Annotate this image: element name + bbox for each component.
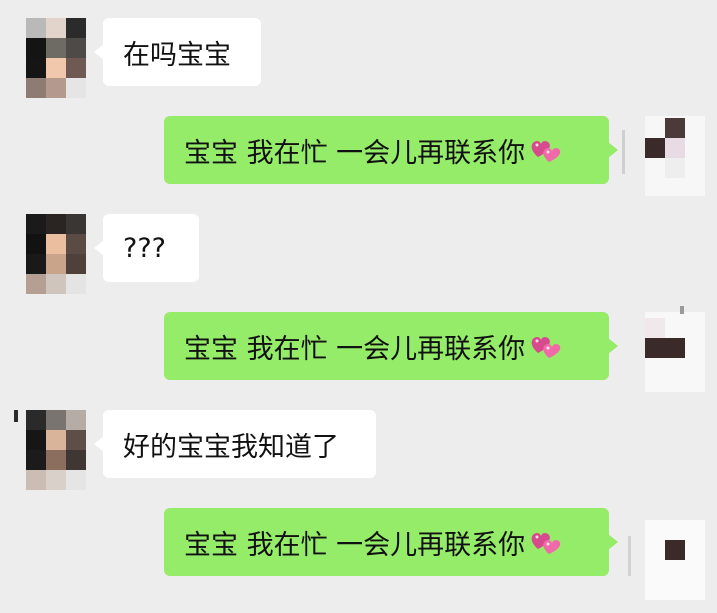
heart-icon xyxy=(531,140,561,162)
chat-message-list[interactable]: 在吗宝宝 宝宝 我在忙 一会儿再联系你 ??? 宝宝 我在忙 一会儿再联系你 好… xyxy=(0,0,717,613)
avatar[interactable] xyxy=(645,116,705,196)
incoming-message-bubble[interactable]: 好的宝宝我知道了 xyxy=(94,410,376,478)
heart-icon xyxy=(531,336,561,358)
incoming-message-bubble[interactable]: ??? xyxy=(94,214,199,282)
avatar[interactable] xyxy=(645,312,705,392)
divider xyxy=(14,410,18,422)
message-text: 宝宝 我在忙 一会儿再联系你 xyxy=(184,137,526,169)
message-text: ??? xyxy=(123,232,166,264)
outgoing-message-bubble[interactable]: 宝宝 我在忙 一会儿再联系你 xyxy=(164,312,618,380)
avatar[interactable] xyxy=(26,410,86,490)
divider xyxy=(628,536,631,576)
message-text: 好的宝宝我知道了 xyxy=(123,431,339,463)
message-text: 在吗宝宝 xyxy=(123,39,231,71)
divider xyxy=(680,306,684,314)
outgoing-message-bubble[interactable]: 宝宝 我在忙 一会儿再联系你 xyxy=(164,116,618,184)
message-text: 宝宝 我在忙 一会儿再联系你 xyxy=(184,333,526,365)
heart-icon xyxy=(531,532,561,554)
incoming-message-bubble[interactable]: 在吗宝宝 xyxy=(94,18,261,86)
avatar[interactable] xyxy=(645,520,705,600)
message-text: 宝宝 我在忙 一会儿再联系你 xyxy=(184,529,526,561)
outgoing-message-bubble[interactable]: 宝宝 我在忙 一会儿再联系你 xyxy=(164,508,618,576)
avatar[interactable] xyxy=(26,214,86,294)
avatar[interactable] xyxy=(26,18,86,98)
divider xyxy=(622,130,625,174)
